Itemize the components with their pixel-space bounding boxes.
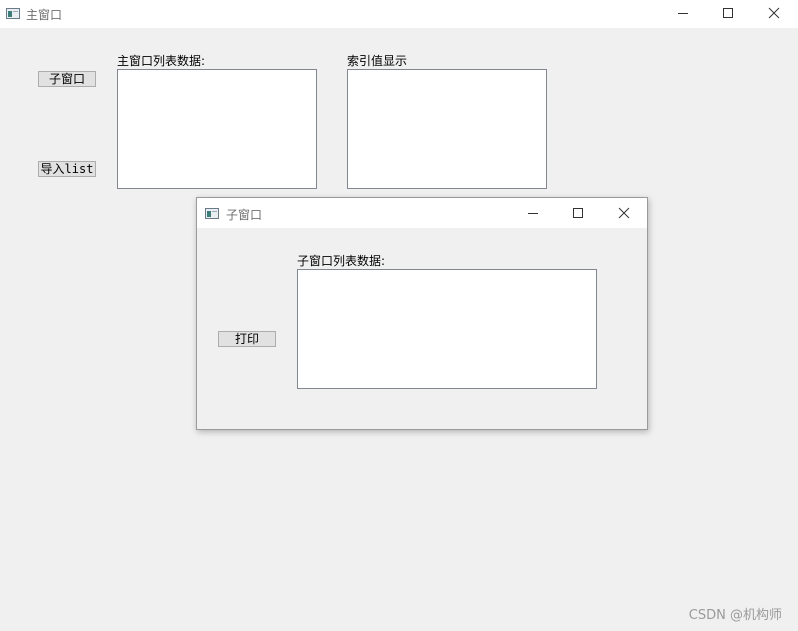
close-icon [618, 207, 630, 219]
maximize-icon [573, 208, 583, 218]
maximize-button[interactable] [716, 3, 740, 23]
child-list-label: 子窗口列表数据: [297, 254, 386, 268]
maximize-icon [723, 8, 733, 18]
print-button[interactable]: 打印 [218, 331, 276, 347]
index-display-box[interactable] [347, 69, 547, 189]
child-maximize-button[interactable] [566, 203, 590, 223]
index-display-label: 索引值显示 [347, 54, 408, 68]
child-app-icon [205, 208, 219, 219]
main-window-title: 主窗口 [26, 8, 63, 22]
child-window-title: 子窗口 [226, 208, 263, 222]
app-icon [6, 8, 20, 19]
child-window-button[interactable]: 子窗口 [38, 71, 96, 87]
child-minimize-button[interactable] [521, 203, 545, 223]
minimize-icon [528, 213, 538, 214]
main-list-label: 主窗口列表数据: [117, 54, 206, 68]
child-title-bar: 子窗口 [197, 198, 647, 228]
child-list-box[interactable] [297, 269, 597, 389]
close-icon [768, 7, 780, 19]
minimize-icon [678, 13, 688, 14]
child-window: 子窗口 打印 子窗口列表数据: [196, 197, 648, 430]
main-title-bar: 主窗口 [0, 0, 798, 28]
main-list-box[interactable] [117, 69, 317, 189]
child-close-button[interactable] [612, 203, 636, 223]
close-button[interactable] [762, 3, 786, 23]
minimize-button[interactable] [671, 3, 695, 23]
watermark: CSDN @机构师 [688, 608, 782, 623]
import-list-button[interactable]: 导入list [38, 161, 96, 177]
